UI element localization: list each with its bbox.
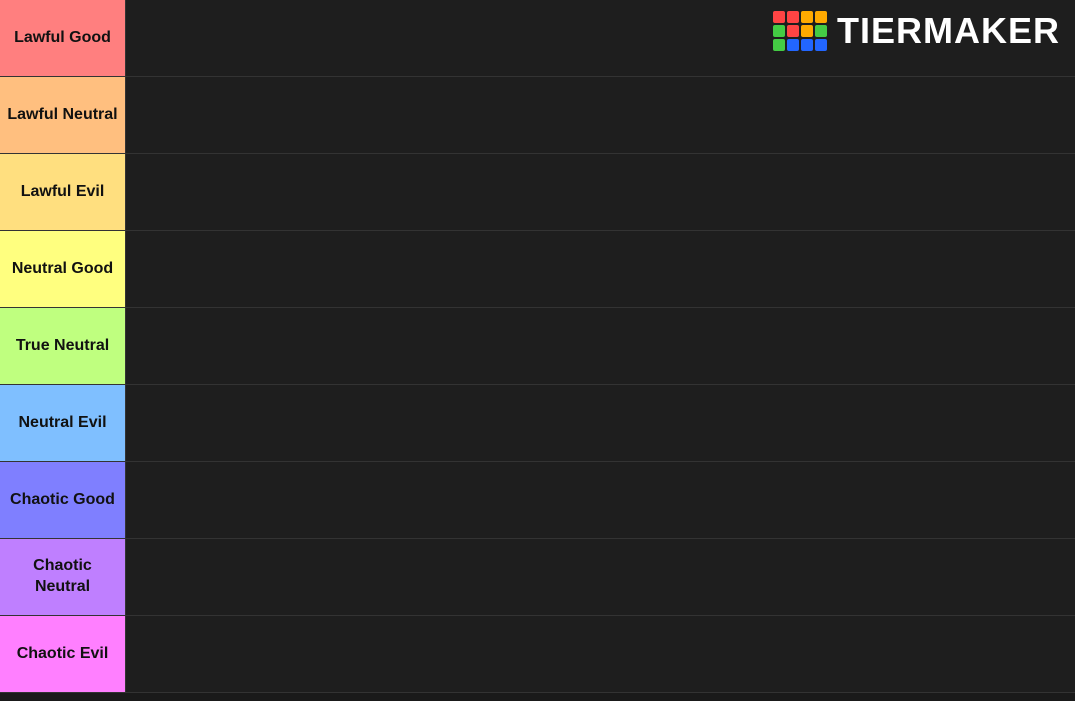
tier-label-neutral-evil: Neutral Evil (0, 385, 125, 461)
tier-label-chaotic-good: Chaotic Good (0, 462, 125, 538)
logo-cell (787, 11, 799, 23)
tier-content-chaotic-evil[interactable] (125, 616, 1075, 692)
logo-cell (773, 25, 785, 37)
logo-cell (773, 39, 785, 51)
logo-cell (815, 39, 827, 51)
tier-label-lawful-evil: Lawful Evil (0, 154, 125, 230)
tier-content-neutral-evil[interactable] (125, 385, 1075, 461)
header: TiERMAKER (773, 10, 1060, 52)
tier-content-chaotic-neutral[interactable] (125, 539, 1075, 615)
logo-cell (787, 25, 799, 37)
tier-label-chaotic-neutral: Chaotic Neutral (0, 539, 125, 615)
tier-content-true-neutral[interactable] (125, 308, 1075, 384)
logo-cell (801, 39, 813, 51)
logo-cell (773, 11, 785, 23)
tier-label-lawful-good: Lawful Good (0, 0, 125, 76)
logo-cell (801, 11, 813, 23)
logo-grid (773, 11, 827, 51)
tier-list: Lawful GoodLawful NeutralLawful EvilNeut… (0, 0, 1075, 701)
tier-row-chaotic-neutral: Chaotic Neutral (0, 539, 1075, 616)
tier-label-lawful-neutral: Lawful Neutral (0, 77, 125, 153)
tier-content-neutral-good[interactable] (125, 231, 1075, 307)
app-container: TiERMAKER Lawful GoodLawful NeutralLawfu… (0, 0, 1075, 701)
tier-label-chaotic-evil: Chaotic Evil (0, 616, 125, 692)
tier-label-neutral-good: Neutral Good (0, 231, 125, 307)
tier-row-lawful-evil: Lawful Evil (0, 154, 1075, 231)
tier-label-true-neutral: True Neutral (0, 308, 125, 384)
logo-cell (815, 25, 827, 37)
tier-row-chaotic-evil: Chaotic Evil (0, 616, 1075, 693)
logo-cell (787, 39, 799, 51)
logo-cell (815, 11, 827, 23)
tier-row-neutral-evil: Neutral Evil (0, 385, 1075, 462)
logo-text: TiERMAKER (837, 10, 1060, 52)
tier-content-chaotic-good[interactable] (125, 462, 1075, 538)
tier-content-lawful-neutral[interactable] (125, 77, 1075, 153)
tier-row-neutral-good: Neutral Good (0, 231, 1075, 308)
tier-row-chaotic-good: Chaotic Good (0, 462, 1075, 539)
logo-cell (801, 25, 813, 37)
tier-content-lawful-evil[interactable] (125, 154, 1075, 230)
tier-row-true-neutral: True Neutral (0, 308, 1075, 385)
tier-row-lawful-neutral: Lawful Neutral (0, 77, 1075, 154)
